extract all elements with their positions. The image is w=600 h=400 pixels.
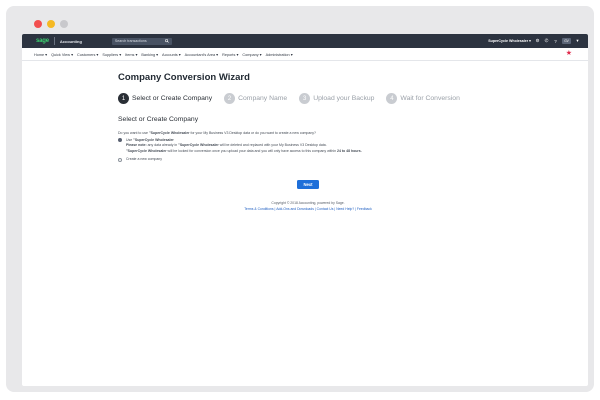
step-1: 1 Select or Create Company [118, 93, 212, 104]
maximize-window-button[interactable] [60, 20, 68, 28]
footer: Copyright © 2018 Accounting, powered by … [118, 201, 498, 211]
nav-reports[interactable]: Reports ▾ [222, 52, 238, 57]
nav-banking[interactable]: Banking ▾ [141, 52, 158, 57]
search-placeholder: Search transactions [114, 39, 147, 43]
star-icon[interactable]: ★ [566, 50, 572, 57]
step-4: 4 Wait for Conversion [386, 93, 460, 104]
top-right-tools: SuperCycle Wholesaler ▾ ⚙ ✆ ? GV ▾ [488, 34, 580, 48]
footer-links: Terms & Conditions | Add-Ons and Downloa… [244, 206, 372, 211]
step-label: Select or Create Company [132, 95, 213, 102]
section-title: Select or Create Company [118, 116, 199, 123]
nav-administration[interactable]: Administration ▾ [266, 52, 293, 57]
step-number: 4 [386, 93, 398, 104]
sage-logo[interactable]: sage [36, 38, 49, 44]
next-wrap: Next [118, 179, 498, 189]
link-help[interactable]: Need Help? [336, 207, 354, 211]
radio-use-existing[interactable] [118, 138, 122, 143]
avatar[interactable]: GV [562, 38, 571, 44]
nav-customers[interactable]: Customers ▾ [77, 52, 98, 57]
question-text: Do you want to use "SuperCycle Wholesale… [118, 131, 316, 135]
link-feedback[interactable]: Feedback [357, 207, 372, 211]
option-use-existing[interactable]: Use "SuperCycle Wholesaler Please note: … [118, 138, 498, 154]
company-switcher[interactable]: SuperCycle Wholesaler ▾ [488, 39, 531, 43]
wizard-content: Company Conversion Wizard 1 Select or Cr… [118, 72, 498, 211]
nav-quick-view[interactable]: Quick View ▾ [51, 52, 73, 57]
browser-window: sage Accounting Search transactions Supe… [6, 6, 594, 392]
step-label: Company Name [238, 95, 288, 102]
step-number: 3 [299, 93, 311, 104]
chevron-down-icon[interactable]: ▾ [575, 38, 580, 44]
copyright: Copyright © 2018 Accounting, powered by … [271, 200, 345, 205]
option-create-new[interactable]: Create a new company [118, 157, 498, 162]
radio-create-new[interactable] [118, 157, 122, 162]
wizard-steps: 1 Select or Create Company 2 Company Nam… [118, 93, 498, 104]
step-number: 2 [224, 93, 236, 104]
step-label: Wait for Conversion [400, 95, 460, 102]
search-icon[interactable] [165, 38, 169, 44]
settings-icon[interactable]: ⚙ [535, 38, 540, 44]
step-label: Upload your Backup [313, 95, 375, 102]
next-button[interactable]: Next [297, 179, 319, 189]
link-terms[interactable]: Terms & Conditions [244, 207, 273, 211]
page-title: Company Conversion Wizard [118, 72, 250, 83]
nav-home[interactable]: Home ▾ [34, 52, 47, 57]
main-nav: Home ▾ Quick View ▾ Customers ▾ Supplier… [22, 48, 588, 61]
nav-items[interactable]: Items ▾ [125, 52, 137, 57]
nav-accountants-area[interactable]: Accountant's Area ▾ [185, 52, 218, 57]
nav-accounts[interactable]: Accounts ▾ [162, 52, 181, 57]
divider [53, 37, 55, 45]
step-3: 3 Upload your Backup [299, 93, 374, 104]
top-bar: sage Accounting Search transactions Supe… [22, 34, 588, 48]
option-text: Use "SuperCycle Wholesaler Please note: … [126, 138, 362, 153]
nav-suppliers[interactable]: Suppliers ▾ [102, 52, 121, 57]
nav-company[interactable]: Company ▾ [242, 52, 261, 57]
window-controls [34, 20, 68, 28]
step-number: 1 [118, 93, 129, 104]
minimize-window-button[interactable] [47, 20, 55, 28]
product-name: Accounting [59, 38, 82, 44]
link-addons[interactable]: Add-Ons and Downloads [276, 207, 314, 211]
close-window-button[interactable] [34, 20, 42, 28]
help-icon[interactable]: ? [553, 39, 558, 44]
link-contact[interactable]: Contact Us [317, 207, 334, 211]
step-2: 2 Company Name [224, 93, 287, 104]
search-input[interactable]: Search transactions [111, 37, 172, 45]
option-label: Create a new company [126, 157, 162, 162]
phone-icon[interactable]: ✆ [544, 38, 549, 44]
app-container: sage Accounting Search transactions Supe… [22, 34, 588, 386]
